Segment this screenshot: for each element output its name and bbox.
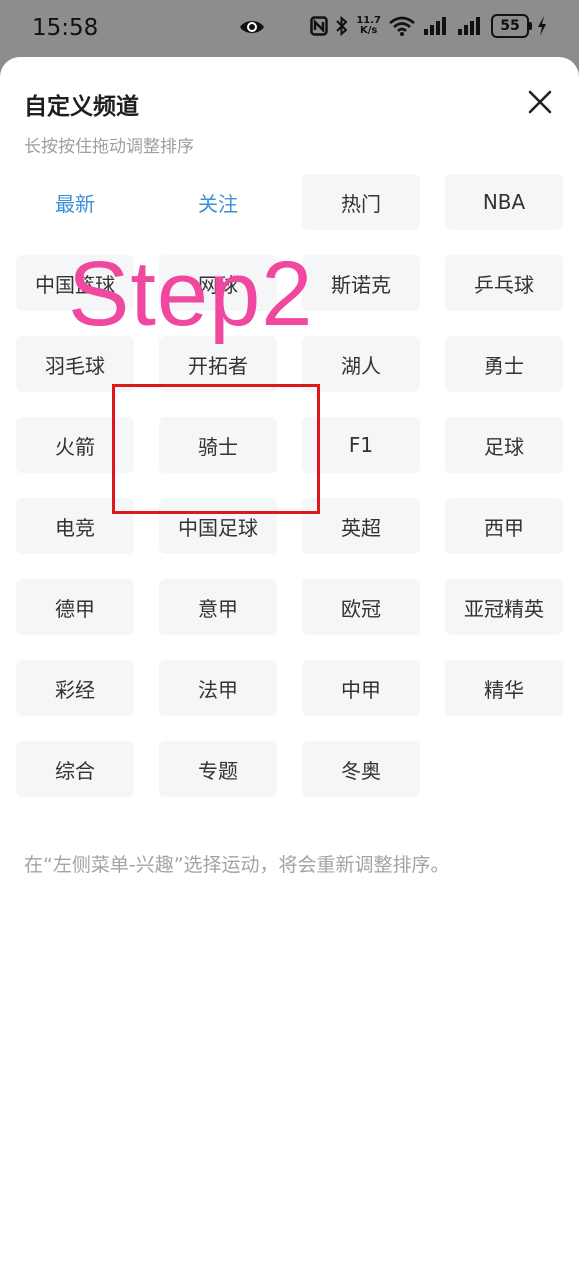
bluetooth-icon (336, 16, 348, 36)
channel-chip[interactable]: 意甲 (159, 579, 277, 635)
channel-chip[interactable]: 亚冠精英 (445, 579, 563, 635)
signal-icon (424, 17, 446, 35)
close-icon[interactable] (527, 89, 553, 115)
sort-hint: 在“左侧菜单-兴趣”选择运动，将会重新调整排序。 (24, 854, 450, 876)
channel-chip[interactable]: 足球 (445, 417, 563, 473)
eye-icon (240, 21, 264, 33)
channel-chip[interactable]: 德甲 (16, 579, 134, 635)
channel-chip[interactable]: 法甲 (159, 660, 277, 716)
status-icons: 11.7 K/s 55 (310, 14, 547, 38)
wifi-icon (389, 16, 415, 36)
channel-chip[interactable]: 专题 (159, 741, 277, 797)
channel-chip[interactable]: NBA (445, 174, 563, 230)
channel-chip[interactable]: 冬奥 (302, 741, 420, 797)
channel-chip[interactable]: 乒乓球 (445, 255, 563, 311)
custom-channel-sheet: 自定义频道 长按按住拖动调整排序 最新 关注 热门 NBA 中国篮球 网球 斯诺… (0, 57, 579, 1280)
channel-chip[interactable]: 热门 (302, 174, 420, 230)
sheet-title: 自定义频道 (24, 94, 139, 120)
channel-chip[interactable]: 综合 (16, 741, 134, 797)
charging-icon (538, 16, 546, 36)
battery-indicator: 55 (491, 14, 532, 38)
nfc-icon (310, 16, 329, 36)
channel-chip-fixed[interactable]: 关注 (159, 174, 277, 230)
channel-chip-fixed[interactable]: 最新 (16, 174, 134, 230)
channel-chip[interactable]: 西甲 (445, 498, 563, 554)
channel-chip[interactable]: 精华 (445, 660, 563, 716)
step-label: Step2 (68, 243, 314, 345)
network-speed: 11.7 K/s (356, 15, 381, 36)
channel-chip[interactable]: 勇士 (445, 336, 563, 392)
channel-chip[interactable]: 斯诺克 (302, 255, 420, 311)
signal-icon-2 (458, 17, 480, 35)
sheet-subtitle: 长按按住拖动调整排序 (24, 137, 194, 157)
channel-chip[interactable]: 欧冠 (302, 579, 420, 635)
step-highlight-box (112, 384, 320, 514)
channel-chip[interactable]: 彩经 (16, 660, 134, 716)
status-time: 15:58 (32, 15, 99, 41)
channel-chip[interactable]: 中甲 (302, 660, 420, 716)
status-bar: 15:58 11.7 K/s 55 (0, 0, 579, 58)
